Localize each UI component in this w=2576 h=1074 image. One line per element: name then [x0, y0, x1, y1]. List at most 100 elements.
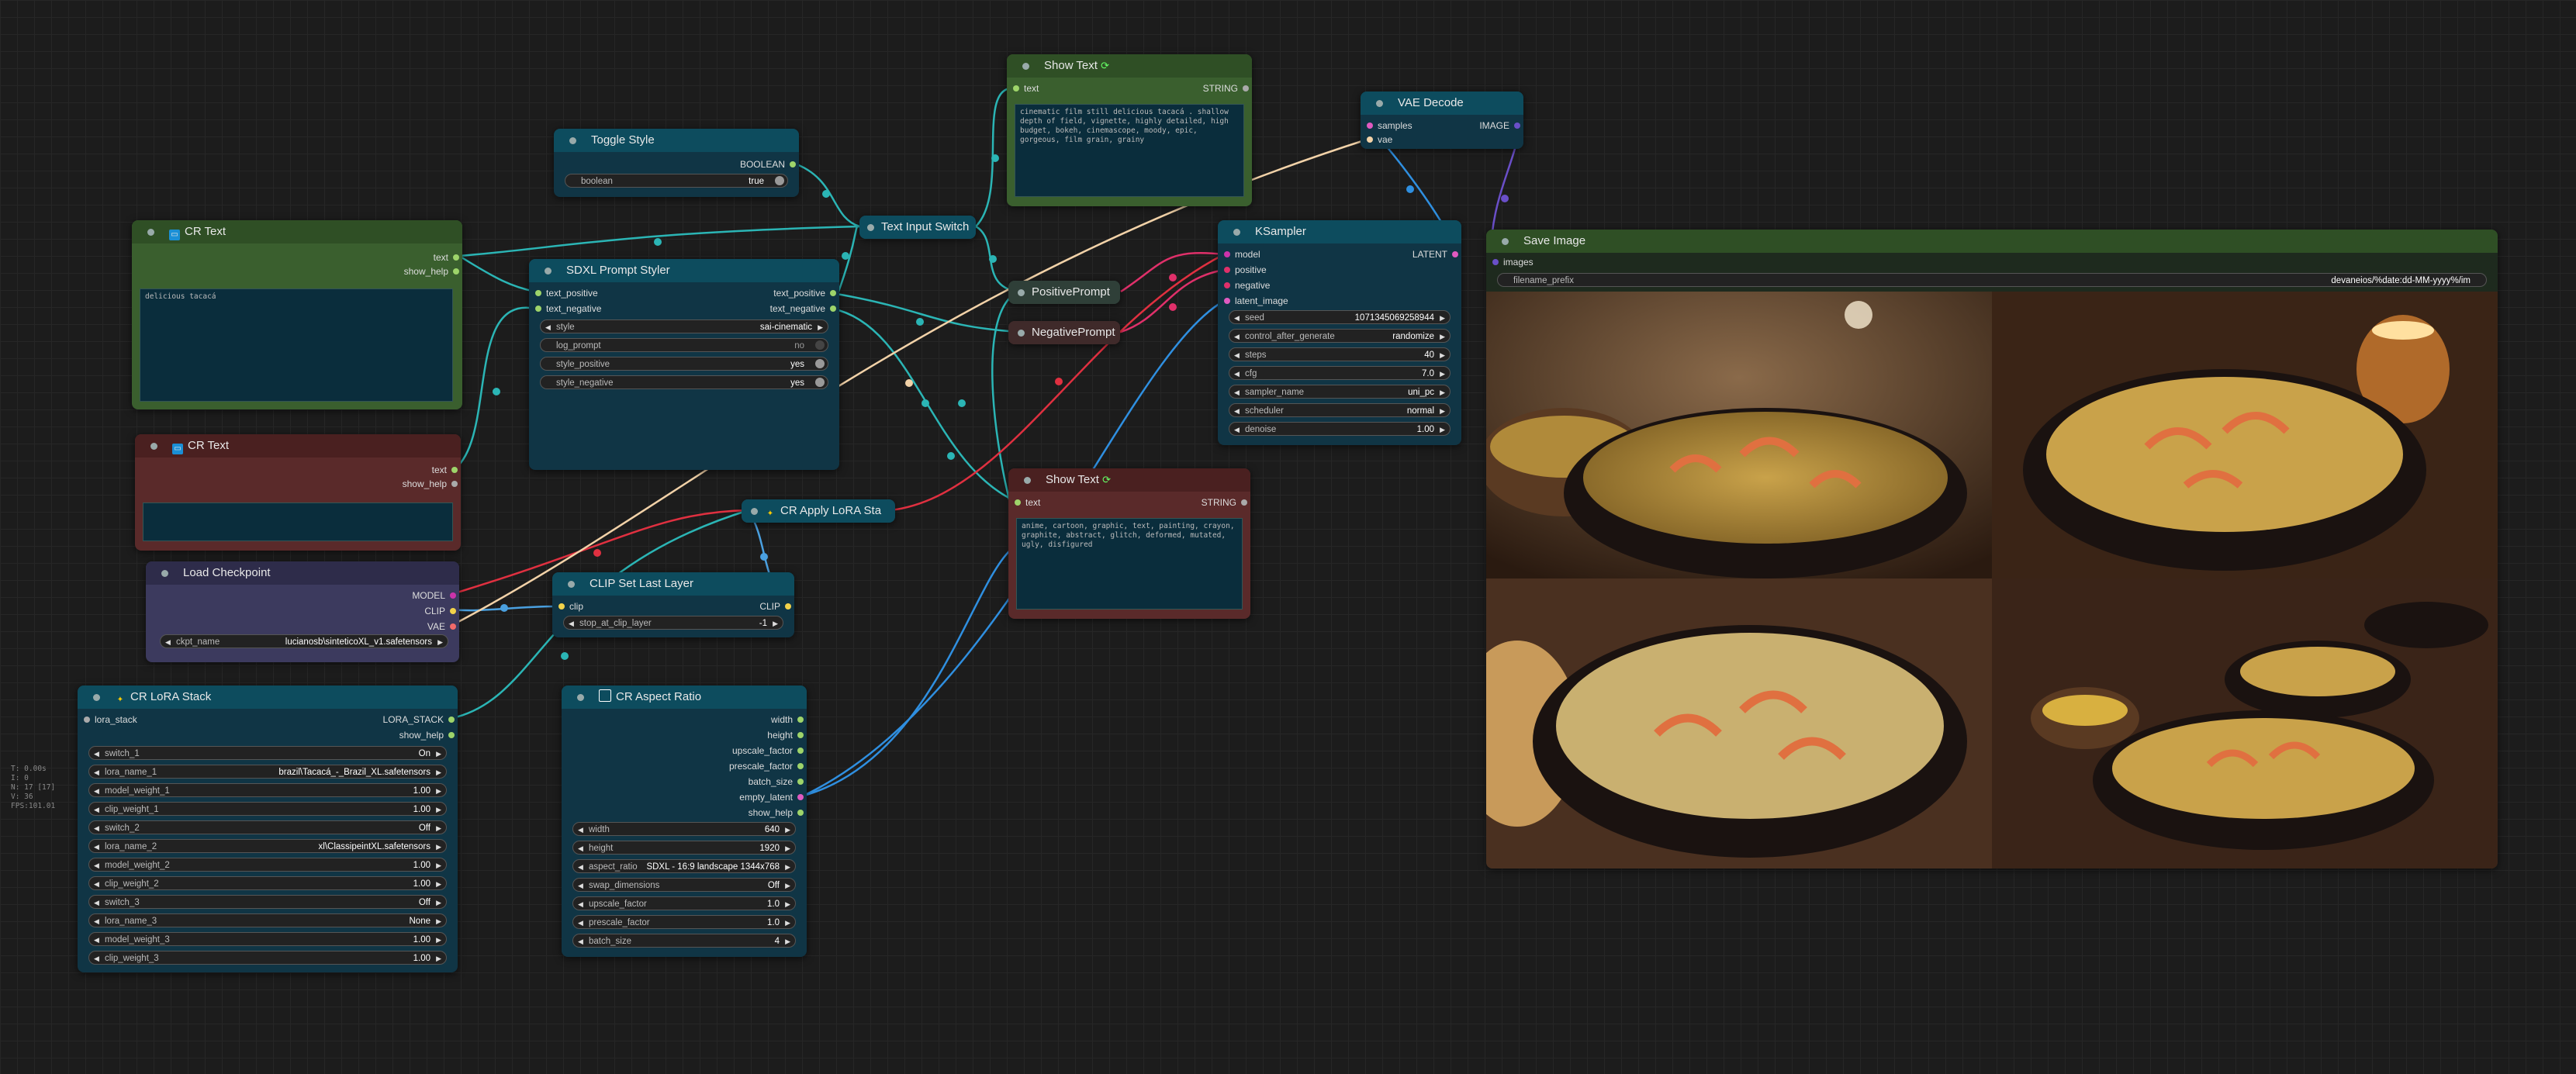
- lora-widget[interactable]: ◀ model_weight_3 1.00 ▶: [88, 932, 447, 946]
- output-socket[interactable]: [1514, 123, 1520, 129]
- output-image-4[interactable]: [1992, 578, 2498, 869]
- arrow-right-icon[interactable]: ▶: [773, 616, 778, 630]
- output-socket[interactable]: [797, 779, 804, 785]
- input-socket[interactable]: [1224, 267, 1230, 273]
- input-socket[interactable]: [1224, 251, 1230, 257]
- input-socket[interactable]: [535, 290, 541, 296]
- arrow-right-icon[interactable]: ▶: [436, 765, 441, 779]
- output-socket[interactable]: [797, 810, 804, 816]
- arrow-right-icon[interactable]: ▶: [1440, 404, 1445, 418]
- node-header[interactable]: Toggle Style: [554, 129, 799, 152]
- arrow-right-icon[interactable]: ▶: [785, 879, 790, 893]
- output-socket[interactable]: [453, 268, 459, 275]
- arrow-right-icon[interactable]: ▶: [785, 897, 790, 911]
- arrow-left-icon[interactable]: ◀: [578, 897, 583, 911]
- collapse-dot[interactable]: [150, 443, 157, 450]
- aspect-widget[interactable]: ◀ aspect_ratio SDXL - 16:9 landscape 1344x…: [572, 859, 796, 873]
- lora-widget[interactable]: ◀ switch_3 Off ▶: [88, 895, 447, 909]
- positive-prompt-node[interactable]: PositivePrompt: [1008, 281, 1120, 304]
- boolean-toggle[interactable]: boolean true: [565, 174, 788, 188]
- node-header[interactable]: KSampler: [1218, 220, 1461, 243]
- output-socket[interactable]: [450, 623, 456, 630]
- arrow-right-icon[interactable]: ▶: [436, 951, 441, 965]
- arrow-right-icon[interactable]: ▶: [818, 320, 823, 334]
- output-image-1[interactable]: [1486, 292, 1992, 578]
- toggle-style-node[interactable]: Toggle Style BOOLEAN boolean true: [554, 129, 799, 197]
- output-socket[interactable]: [797, 717, 804, 723]
- output-socket[interactable]: [450, 592, 456, 599]
- aspect-widget[interactable]: ◀ batch_size 4 ▶: [572, 934, 796, 948]
- ksampler-node[interactable]: KSampler model LATENT positive negative …: [1218, 220, 1461, 445]
- text-display[interactable]: cinematic film still delicious tacacá . …: [1015, 104, 1244, 197]
- input-socket[interactable]: [1013, 85, 1019, 92]
- denoise-widget[interactable]: ◀ denoise 1.00 ▶: [1229, 422, 1451, 436]
- lora-widget[interactable]: ◀ lora_name_3 None ▶: [88, 913, 447, 927]
- lora-widget[interactable]: ◀ clip_weight_2 1.00 ▶: [88, 876, 447, 890]
- cr-apply-lora-stack-node[interactable]: ✦ CR Apply LoRA Sta: [742, 499, 895, 523]
- sdxl-prompt-styler-node[interactable]: SDXL Prompt Styler text_positive text_po…: [529, 259, 839, 470]
- node-header[interactable]: Text Input Switch: [859, 216, 976, 239]
- arrow-left-icon[interactable]: ◀: [94, 747, 99, 761]
- node-header[interactable]: SDXL Prompt Styler: [529, 259, 839, 282]
- arrow-right-icon[interactable]: ▶: [436, 877, 441, 891]
- aspect-widget[interactable]: ◀ upscale_factor 1.0 ▶: [572, 896, 796, 910]
- arrow-right-icon[interactable]: ▶: [785, 934, 790, 948]
- output-socket[interactable]: [797, 763, 804, 769]
- seed-widget[interactable]: ◀ seed 1071345069258944 ▶: [1229, 310, 1451, 324]
- arrow-right-icon[interactable]: ▶: [436, 933, 441, 947]
- arrow-right-icon[interactable]: ▶: [1440, 330, 1445, 344]
- text-display[interactable]: anime, cartoon, graphic, text, painting,…: [1016, 518, 1243, 610]
- collapse-dot[interactable]: [751, 508, 758, 515]
- aspect-widget[interactable]: ◀ height 1920 ▶: [572, 841, 796, 855]
- arrow-right-icon[interactable]: ▶: [436, 747, 441, 761]
- node-header[interactable]: CLIP Set Last Layer: [552, 572, 794, 596]
- lora-widget[interactable]: ◀ clip_weight_3 1.00 ▶: [88, 951, 447, 965]
- input-socket[interactable]: [558, 603, 565, 610]
- lora-widget[interactable]: ◀ switch_2 Off ▶: [88, 820, 447, 834]
- text-area[interactable]: delicious tacacá: [140, 288, 453, 402]
- arrow-left-icon[interactable]: ◀: [94, 933, 99, 947]
- clip-set-last-layer-node[interactable]: CLIP Set Last Layer clip CLIP ◀ stop_at_c…: [552, 572, 794, 637]
- text-input-switch-node[interactable]: Text Input Switch: [859, 216, 976, 239]
- text-area[interactable]: [143, 502, 453, 541]
- arrow-left-icon[interactable]: ◀: [1234, 348, 1240, 362]
- negative-prompt-node[interactable]: NegativePrompt: [1008, 321, 1120, 344]
- collapse-dot[interactable]: [1376, 100, 1383, 107]
- cr-text-node-1[interactable]: ▭ CR Text text show_help delicious tacacá: [132, 220, 462, 409]
- arrow-left-icon[interactable]: ◀: [94, 914, 99, 928]
- arrow-left-icon[interactable]: ◀: [94, 765, 99, 779]
- output-socket[interactable]: [830, 290, 836, 296]
- aspect-widget[interactable]: ◀ prescale_factor 1.0 ▶: [572, 915, 796, 929]
- arrow-left-icon[interactable]: ◀: [578, 860, 583, 874]
- arrow-left-icon[interactable]: ◀: [94, 840, 99, 854]
- output-socket[interactable]: [797, 748, 804, 754]
- node-header[interactable]: ▭ CR Text: [132, 220, 462, 243]
- node-header[interactable]: Show Text ⟳: [1008, 468, 1250, 492]
- input-socket[interactable]: [1367, 136, 1373, 143]
- collapse-dot[interactable]: [1233, 229, 1240, 236]
- arrow-right-icon[interactable]: ▶: [436, 821, 441, 835]
- arrow-left-icon[interactable]: ◀: [94, 803, 99, 817]
- style-positive-toggle[interactable]: style_positive yes: [540, 357, 828, 371]
- arrow-left-icon[interactable]: ◀: [578, 934, 583, 948]
- lora-widget[interactable]: ◀ model_weight_1 1.00 ▶: [88, 783, 447, 797]
- output-image-3[interactable]: [1486, 578, 1992, 869]
- lora-widget[interactable]: ◀ model_weight_2 1.00 ▶: [88, 858, 447, 872]
- arrow-left-icon[interactable]: ◀: [94, 877, 99, 891]
- node-header[interactable]: VAE Decode: [1361, 92, 1523, 115]
- arrow-right-icon[interactable]: ▶: [785, 841, 790, 855]
- arrow-left-icon[interactable]: ◀: [1234, 423, 1240, 437]
- output-socket[interactable]: [1243, 85, 1249, 92]
- vae-decode-node[interactable]: VAE Decode samples IMAGE vae: [1361, 92, 1523, 149]
- collapse-dot[interactable]: [568, 581, 575, 588]
- cr-lora-stack-node[interactable]: ✦ CR LoRA Stack lora_stack LORA_STACK sho…: [78, 685, 458, 972]
- output-socket[interactable]: [1452, 251, 1458, 257]
- show-text-node-1[interactable]: Show Text ⟳ text STRING cinematic film s…: [1007, 54, 1252, 206]
- input-socket[interactable]: [535, 306, 541, 312]
- node-header[interactable]: ✦ CR Apply LoRA Sta: [742, 499, 895, 523]
- arrow-right-icon[interactable]: ▶: [785, 823, 790, 837]
- arrow-right-icon[interactable]: ▶: [1440, 311, 1445, 325]
- collapse-dot[interactable]: [1022, 63, 1029, 70]
- arrow-right-icon[interactable]: ▶: [436, 858, 441, 872]
- collapse-dot[interactable]: [1018, 330, 1025, 337]
